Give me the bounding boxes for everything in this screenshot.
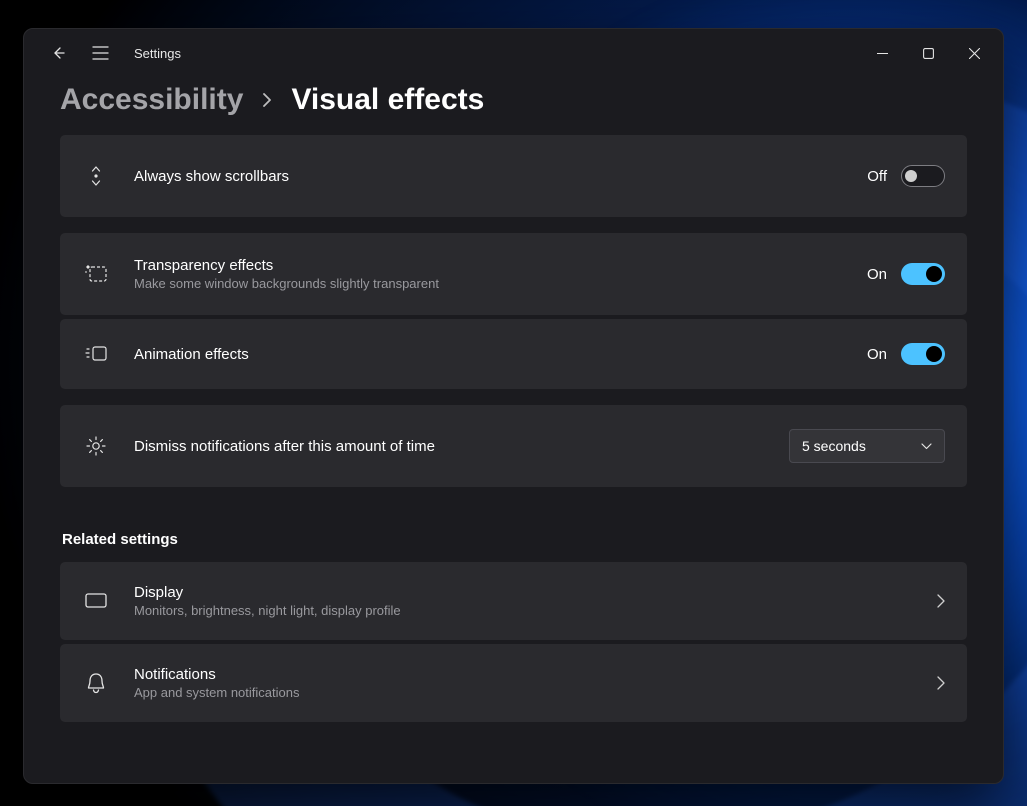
window-title: Settings [134, 46, 181, 61]
row-title: Transparency effects [134, 257, 867, 274]
chevron-right-icon [261, 93, 273, 107]
breadcrumb: Accessibility Visual effects [24, 77, 1003, 135]
transparency-toggle[interactable] [901, 263, 945, 285]
toggle-state-label: On [867, 266, 887, 283]
related-display[interactable]: Display Monitors, brightness, night ligh… [60, 562, 967, 640]
minimize-icon [877, 48, 888, 59]
row-title: Always show scrollbars [134, 168, 867, 185]
dropdown-value: 5 seconds [802, 438, 866, 454]
window-controls [859, 36, 997, 70]
bell-icon [82, 672, 110, 694]
breadcrumb-parent[interactable]: Accessibility [60, 83, 243, 117]
settings-window: Settings [23, 28, 1004, 784]
row-subtitle: App and system notifications [134, 685, 937, 700]
close-icon [969, 48, 980, 59]
row-subtitle: Make some window backgrounds slightly tr… [134, 276, 867, 291]
row-always-show-scrollbars[interactable]: Always show scrollbars Off [60, 135, 967, 217]
row-subtitle: Monitors, brightness, night light, displ… [134, 603, 937, 618]
row-transparency-effects[interactable]: Transparency effects Make some window ba… [60, 233, 967, 315]
related-notifications[interactable]: Notifications App and system notificatio… [60, 644, 967, 722]
maximize-icon [923, 48, 934, 59]
back-button[interactable] [38, 33, 78, 73]
row-title: Notifications [134, 666, 937, 683]
transparency-icon [82, 263, 110, 285]
scrollbars-icon [82, 164, 110, 188]
row-title: Animation effects [134, 346, 867, 363]
row-title: Dismiss notifications after this amount … [134, 438, 789, 455]
row-animation-effects[interactable]: Animation effects On [60, 319, 967, 389]
hamburger-icon [92, 46, 109, 60]
minimize-button[interactable] [859, 36, 905, 70]
dismiss-time-dropdown[interactable]: 5 seconds [789, 429, 945, 463]
toggle-state-label: On [867, 346, 887, 363]
nav-menu-button[interactable] [80, 33, 120, 73]
titlebar-left: Settings [38, 33, 181, 73]
chevron-down-icon [921, 443, 932, 450]
row-dismiss-notifications[interactable]: Dismiss notifications after this amount … [60, 405, 967, 487]
page-title: Visual effects [291, 83, 484, 117]
animation-toggle[interactable] [901, 343, 945, 365]
toggle-state-label: Off [867, 168, 887, 185]
chevron-right-icon [937, 676, 945, 690]
display-icon [82, 592, 110, 610]
animation-icon [82, 344, 110, 364]
close-button[interactable] [951, 36, 997, 70]
arrow-left-icon [50, 45, 66, 61]
related-settings-heading: Related settings [60, 529, 967, 562]
brightness-icon [82, 434, 110, 458]
chevron-right-icon [937, 594, 945, 608]
row-title: Display [134, 584, 937, 601]
maximize-button[interactable] [905, 36, 951, 70]
scrollbars-toggle[interactable] [901, 165, 945, 187]
titlebar: Settings [24, 29, 1003, 77]
content-area: Always show scrollbars Off [24, 135, 1003, 722]
desktop-wallpaper: Settings [0, 0, 1027, 806]
